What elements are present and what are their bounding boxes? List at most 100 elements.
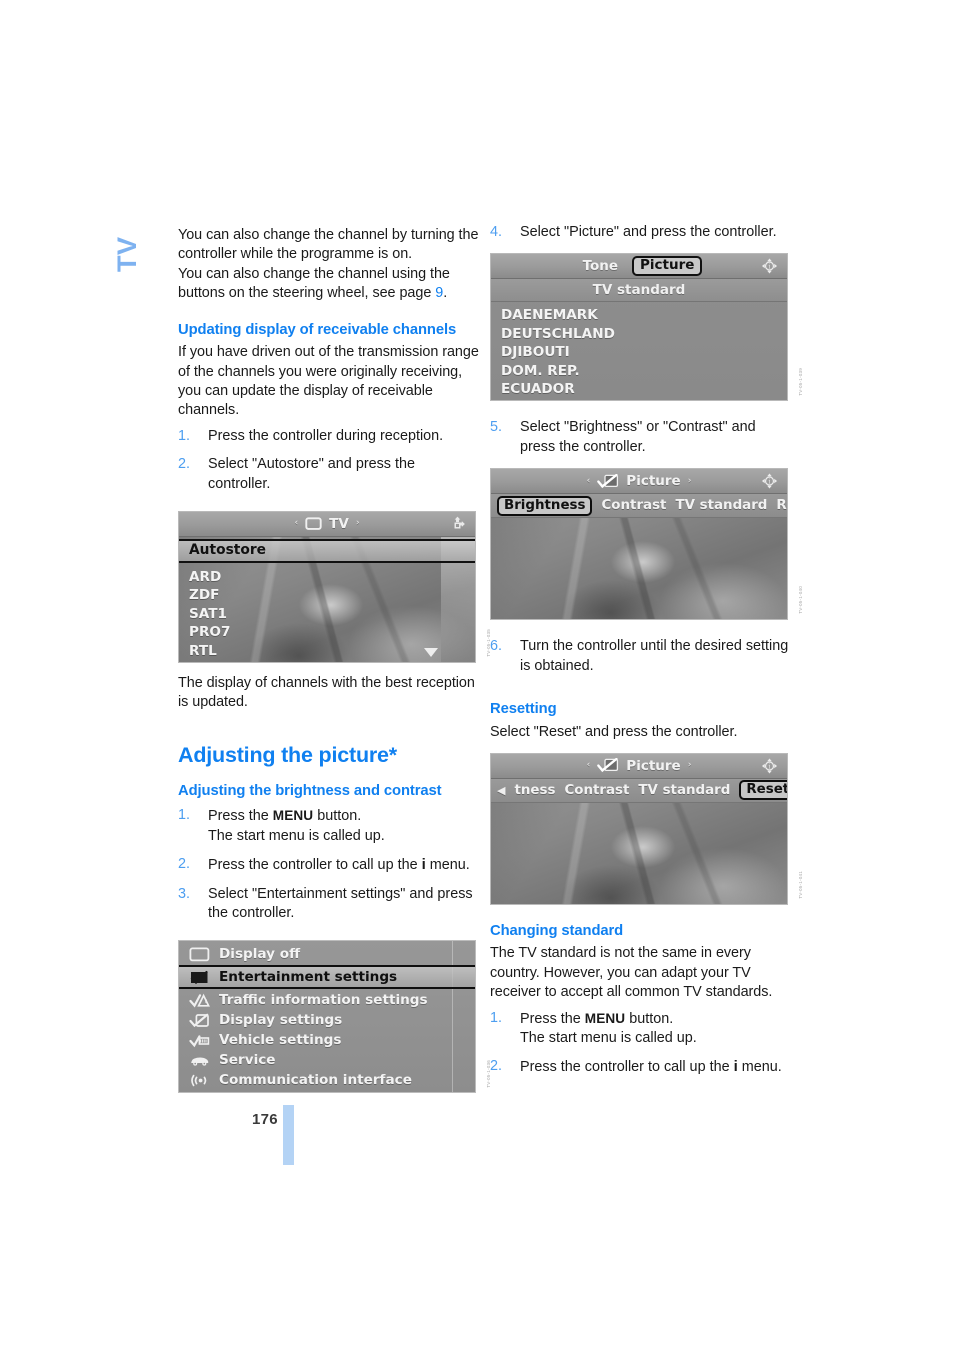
info-compass-icon[interactable]: i xyxy=(761,473,778,490)
menu-item-label: Traffic information settings xyxy=(219,992,428,1009)
steps-adjusting: 1. Press the MENU button. The start menu i… xyxy=(178,806,479,923)
screen-title-group: ‹ Picture › xyxy=(587,758,692,774)
tab-brightness[interactable]: Brightness xyxy=(497,495,593,516)
menu-button-label: MENU xyxy=(272,808,314,824)
tab-reset[interactable]: Reset xyxy=(739,780,787,801)
menu-item-traffic-information-settings[interactable]: Traffic information settings xyxy=(179,990,475,1010)
tab-picture[interactable]: Picture xyxy=(632,256,703,277)
step-number: 1. xyxy=(178,807,191,824)
steps-step4: 4. Select "Picture" and press the contro… xyxy=(490,223,791,242)
step-number: 2. xyxy=(490,1058,503,1075)
screen-subtitle: TV standard xyxy=(491,279,787,303)
intro-paragraph-2: You can also change the channel using th… xyxy=(178,265,479,304)
step-text-post: menu. xyxy=(737,1059,782,1076)
step-number: 1. xyxy=(490,1009,503,1026)
left-arrow-icon[interactable]: ‹ xyxy=(294,519,298,528)
info-compass-icon[interactable]: i xyxy=(761,757,778,774)
steps-step5: 5. Select "Brightness" or "Contrast" and… xyxy=(490,418,791,457)
figure-reset: ‹ Picture › i ◀ tness Contrast TV standa… xyxy=(490,752,803,905)
menu-item-service[interactable]: Service xyxy=(179,1050,475,1070)
tab-tv-standard[interactable]: TV standard xyxy=(675,498,767,513)
list-item: 2. Select "Autostore" and press the cont… xyxy=(178,455,479,494)
figure-autostore: ‹ TV › Autostore ARD ZDF SAT1 PRO7 RTL T… xyxy=(178,510,491,663)
list-item: 5. Select "Brightness" or "Contrast" and… xyxy=(490,418,791,457)
menu-button-label: MENU xyxy=(584,1010,626,1026)
tab-contrast[interactable]: Contrast xyxy=(564,783,629,798)
list-item: 6. Turn the controller until the desired… xyxy=(490,637,791,676)
step-text-pre: Press the controller to call up the xyxy=(208,857,422,874)
menu-item-display-off[interactable]: Display off xyxy=(179,944,475,964)
tab-reset-truncated[interactable]: R xyxy=(776,498,786,513)
left-column: You can also change the channel by turni… xyxy=(178,226,491,1094)
steps-updating-channels: 1. Press the controller during reception… xyxy=(178,427,479,494)
step-text: Select "Autostore" and press the control… xyxy=(208,456,416,492)
menu-item-vehicle-settings[interactable]: Vehicle settings xyxy=(179,1030,475,1050)
idrive-screen-autostore: ‹ TV › Autostore ARD ZDF SAT1 PRO7 RTL xyxy=(178,510,476,663)
figure-code: TV-05-1-041 xyxy=(798,871,803,899)
tab-tv-standard[interactable]: TV standard xyxy=(638,783,730,798)
step-text: Press the controller during reception. xyxy=(208,427,444,444)
intro-paragraph-2-text: You can also change the channel using th… xyxy=(178,265,450,302)
list-item[interactable]: ECUADOR xyxy=(491,380,787,399)
screen-title: TV xyxy=(329,515,349,532)
step-text: Turn the controller until the desired se… xyxy=(520,638,789,674)
left-arrow-icon[interactable]: ‹ xyxy=(587,761,591,770)
menu-item-communication-interface[interactable]: Communication interface xyxy=(179,1070,475,1090)
menu-item-entertainment-settings[interactable]: Entertainment settings xyxy=(179,965,475,990)
menu-item-label: Entertainment settings xyxy=(219,969,398,986)
list-item[interactable]: DJIBOUTI xyxy=(491,343,787,362)
step-text: Select "Brightness" or "Contrast" and pr… xyxy=(520,419,756,455)
page-reference-link[interactable]: 9 xyxy=(435,285,443,301)
screen-title: Picture xyxy=(626,473,681,490)
chapter-tab-label: TV xyxy=(112,236,142,272)
menu-item-label: Communication interface xyxy=(219,1072,412,1089)
heading-changing-standard: Changing standard xyxy=(490,922,624,939)
list-item[interactable]: ARD xyxy=(179,568,475,587)
menu-item-label: Display off xyxy=(219,946,301,963)
video-preview-area xyxy=(491,518,787,618)
tab-tone[interactable]: Tone xyxy=(576,258,625,274)
step-number: 3. xyxy=(178,885,191,902)
right-arrow-icon[interactable]: › xyxy=(688,476,692,486)
service-car-icon xyxy=(187,1052,211,1069)
step-text-secondline: The start menu is called up. xyxy=(208,827,385,844)
paragraph-updating-channels: If you have driven out of the transmissi… xyxy=(178,344,479,419)
left-arrow-icon[interactable]: ‹ xyxy=(587,476,591,486)
menu-item-display-settings[interactable]: Display settings xyxy=(179,1010,475,1030)
right-column: 4. Select "Picture" and press the contro… xyxy=(490,223,803,1078)
scroll-left-icon[interactable]: ◀ xyxy=(497,784,505,797)
list-item[interactable]: SAT1 xyxy=(179,605,475,624)
list-item: 1. Press the controller during reception… xyxy=(178,427,479,446)
list-item[interactable]: DOM. REP. xyxy=(491,362,787,381)
right-arrow-icon[interactable]: › xyxy=(356,519,360,528)
list-item[interactable]: DAENEMARK xyxy=(491,306,787,325)
list-item[interactable]: ZDF xyxy=(179,586,475,605)
scroll-down-triangle-icon[interactable] xyxy=(424,647,438,657)
paragraph-changing-standard: The TV standard is not the same in every… xyxy=(490,945,773,1001)
figure-code: TV-05-1-040 xyxy=(798,586,803,615)
page-number: 176 xyxy=(252,1111,278,1128)
step-text: Select "Entertainment settings" and pres… xyxy=(208,885,473,921)
tab-contrast[interactable]: Contrast xyxy=(601,498,666,513)
list-item: 1. Press the MENU button. The start menu i… xyxy=(490,1009,791,1049)
figure-code: TV-05-1-039 xyxy=(798,367,803,396)
tab-brightness-truncated[interactable]: tness xyxy=(514,783,555,798)
list-item[interactable]: DEUTSCHLAND xyxy=(491,325,787,344)
paragraph-update-result: The display of channels with the best re… xyxy=(178,674,475,711)
autostore-selected-item[interactable]: Autostore xyxy=(179,538,475,563)
list-item: 4. Select "Picture" and press the contro… xyxy=(490,223,791,242)
home-compass-icon[interactable] xyxy=(449,515,466,532)
list-item[interactable]: PRO7 xyxy=(179,623,475,642)
screen-topbar: Tone Picture i xyxy=(491,254,787,280)
page-edge-bar xyxy=(283,1105,294,1165)
right-arrow-icon[interactable]: › xyxy=(688,761,692,770)
vehicle-settings-icon xyxy=(187,1032,211,1049)
chapter-tab: TV xyxy=(108,222,168,282)
step-text: Select "Picture" and press the controlle… xyxy=(520,224,777,240)
menu-item-label: Vehicle settings xyxy=(219,1032,342,1049)
svg-text:i: i xyxy=(769,763,771,770)
step-number: 5. xyxy=(490,419,503,436)
info-compass-icon[interactable]: i xyxy=(761,258,778,275)
svg-text:i: i xyxy=(769,479,771,486)
country-list: DAENEMARK DEUTSCHLAND DJIBOUTI DOM. REP.… xyxy=(491,302,787,400)
